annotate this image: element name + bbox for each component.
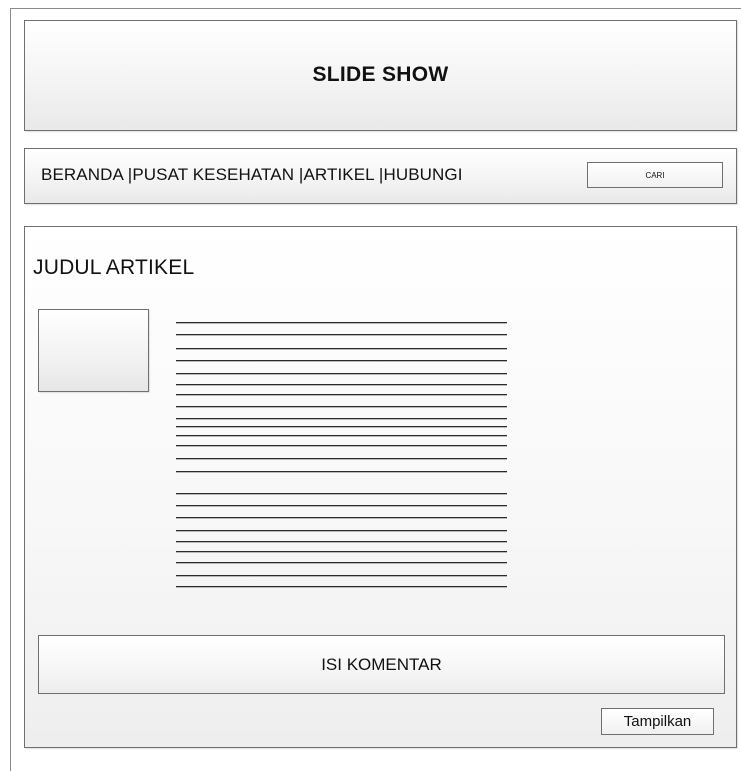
article-body-text xyxy=(176,322,507,592)
text-line xyxy=(176,551,507,553)
nav-links: BERANDA |PUSAT KESEHATAN |ARTIKEL |HUBUN… xyxy=(41,165,463,185)
text-line xyxy=(176,384,507,386)
text-line xyxy=(176,406,507,408)
text-line xyxy=(176,418,507,420)
text-line xyxy=(176,505,507,507)
article-image-placeholder xyxy=(38,309,149,392)
slideshow-banner[interactable]: SLIDE SHOW xyxy=(24,20,737,131)
text-line xyxy=(176,530,507,532)
nav-item-beranda[interactable]: BERANDA xyxy=(41,165,128,184)
text-line xyxy=(176,445,507,447)
text-line xyxy=(176,541,507,543)
search-button[interactable]: CARI xyxy=(587,162,723,188)
text-line xyxy=(176,394,507,396)
text-line xyxy=(176,360,507,362)
comment-input[interactable]: ISI KOMENTAR xyxy=(38,635,725,694)
navigation-bar: BERANDA |PUSAT KESEHATAN |ARTIKEL |HUBUN… xyxy=(24,148,737,204)
text-line xyxy=(176,322,507,324)
text-line xyxy=(176,517,507,519)
text-line xyxy=(176,493,507,495)
text-line xyxy=(176,348,507,350)
text-line xyxy=(176,435,507,437)
text-line xyxy=(176,575,507,577)
nav-item-hubungi[interactable]: HUBUNGI xyxy=(383,165,462,184)
show-comments-button[interactable]: Tampilkan xyxy=(601,708,714,735)
text-line xyxy=(176,373,507,375)
nav-item-artikel[interactable]: ARTIKEL xyxy=(303,165,378,184)
text-line xyxy=(176,458,507,460)
article-title: JUDUL ARTIKEL xyxy=(33,256,195,279)
text-line xyxy=(176,334,507,336)
slideshow-title: SLIDE SHOW xyxy=(312,63,449,86)
comment-input-label: ISI KOMENTAR xyxy=(321,654,442,674)
text-line xyxy=(176,426,507,428)
nav-item-pusat-kesehatan[interactable]: PUSAT KESEHATAN xyxy=(132,165,299,184)
article-panel: JUDUL ARTIKEL ISI KOMENTAR Tampilkan xyxy=(24,226,737,748)
text-line xyxy=(176,586,507,588)
text-line xyxy=(176,471,507,473)
text-line xyxy=(176,562,507,564)
